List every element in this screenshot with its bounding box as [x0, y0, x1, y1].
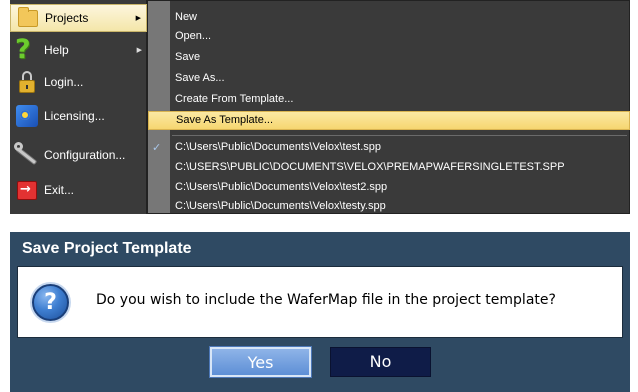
- menu-item-login[interactable]: Login...: [10, 67, 147, 97]
- dialog-message: Do you wish to include the WaferMap file…: [96, 292, 556, 308]
- recent-file-item[interactable]: C:\USERS\PUBLIC\DOCUMENTS\VELOX\PREMAPWA…: [170, 159, 630, 176]
- submenu-item-create-from-template[interactable]: Create From Template...: [170, 91, 630, 108]
- menu-item-label: Projects: [45, 11, 89, 25]
- menu-item-licensing[interactable]: Licensing...: [10, 101, 147, 131]
- menu-item-configuration[interactable]: Configuration...: [10, 138, 147, 172]
- folder-icon: [15, 5, 41, 31]
- projects-submenu: New Open... Save Save As... Create From …: [147, 0, 630, 214]
- submenu-gutter: [148, 1, 170, 213]
- dialog-body: ? Do you wish to include the WaferMap fi…: [17, 266, 623, 338]
- licensing-icon: [14, 103, 40, 129]
- menu-item-label: Configuration...: [44, 148, 126, 162]
- submenu-item-save[interactable]: Save: [170, 49, 630, 66]
- chevron-right-icon: ▶: [135, 15, 141, 22]
- submenu-item-save-as[interactable]: Save As...: [170, 70, 630, 87]
- wrench-icon: [14, 142, 40, 168]
- menu-item-label: Licensing...: [44, 109, 105, 123]
- menu-item-label: Help: [44, 43, 69, 57]
- menu-item-help[interactable]: ? Help ▶: [10, 34, 147, 65]
- app-menu: Projects ▶ ? Help ▶ Login... Licensing..…: [10, 0, 147, 214]
- lock-icon: [14, 69, 40, 95]
- exit-icon: →: [14, 177, 40, 203]
- menu-item-projects[interactable]: Projects ▶: [10, 4, 147, 32]
- submenu-separator: [172, 135, 627, 136]
- checkmark-icon: ✓: [152, 141, 162, 154]
- menu-item-label: Exit...: [44, 183, 75, 197]
- menu-item-label: Login...: [44, 75, 84, 89]
- question-icon: ?: [32, 284, 69, 321]
- help-icon: ?: [15, 34, 31, 65]
- submenu-item-new[interactable]: New: [170, 9, 630, 26]
- menu-item-exit[interactable]: → Exit...: [10, 175, 147, 205]
- recent-file-item[interactable]: ✓ C:\Users\Public\Documents\Velox\test.s…: [152, 139, 630, 156]
- submenu-item-save-as-template[interactable]: Save As Template...: [148, 111, 630, 130]
- recent-file-item[interactable]: C:\Users\Public\Documents\Velox\test2.sp…: [170, 179, 630, 196]
- screen: Projects ▶ ? Help ▶ Login... Licensing..…: [0, 0, 638, 392]
- recent-file-label: C:\Users\Public\Documents\Velox\test.spp: [175, 141, 382, 153]
- recent-file-item[interactable]: C:\Users\Public\Documents\Velox\testy.sp…: [170, 198, 630, 215]
- no-button[interactable]: No: [330, 347, 431, 377]
- submenu-item-open[interactable]: Open...: [170, 28, 630, 45]
- yes-button[interactable]: Yes: [210, 347, 311, 377]
- save-project-template-dialog: Save Project Template ? Do you wish to i…: [10, 232, 630, 392]
- dialog-title: Save Project Template: [22, 240, 192, 257]
- chevron-right-icon: ▶: [136, 47, 142, 54]
